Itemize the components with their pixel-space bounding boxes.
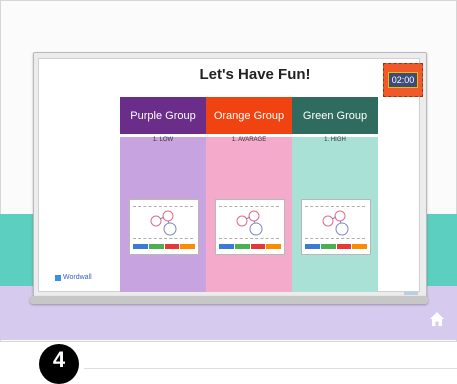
whiteboard-tray	[30, 296, 428, 304]
group-header: Purple Group	[120, 97, 206, 134]
wordwall-logo[interactable]: Wordwall	[55, 274, 92, 281]
thumbnail-dotted-line	[219, 206, 279, 207]
thumbnail-dotted-line	[219, 238, 279, 239]
group-body: 1. LOW	[120, 137, 206, 292]
activity-thumbnail[interactable]	[215, 199, 285, 255]
activity-thumbnail[interactable]	[129, 199, 199, 255]
wordwall-logo-text: Wordwall	[63, 274, 92, 281]
group-level: 1. LOW	[152, 137, 174, 143]
thumbnail-dotted-line	[305, 238, 365, 239]
thumbnail-color-tabs	[305, 244, 367, 249]
home-button[interactable]	[428, 310, 446, 328]
group-column-orange: Orange Group 1. AVARAGE	[206, 97, 292, 292]
thumbnail-tab	[336, 244, 352, 249]
thumbnail-tab	[320, 244, 336, 249]
thumbnail-tab	[164, 244, 180, 249]
group-body: 1. HIGH	[292, 137, 378, 292]
slide-title: Let's Have Fun!	[199, 66, 311, 83]
thumbnail-tab	[305, 244, 320, 249]
thumbnail-color-tabs	[133, 244, 195, 249]
thumbnail-dotted-line	[133, 206, 193, 207]
thumbnail-dotted-line	[305, 206, 365, 207]
timer-value: 02:00	[387, 72, 419, 88]
thumbnail-tab	[219, 244, 234, 249]
thumbnail-tab	[133, 244, 148, 249]
group-column-green: Green Group 1. HIGH	[292, 97, 378, 292]
slide-scroll-indicator[interactable]	[404, 292, 418, 295]
group-header: Green Group	[292, 97, 378, 134]
molecule-diagram-icon	[236, 210, 263, 236]
group-body: 1. AVARAGE	[206, 137, 292, 292]
thumbnail-tab	[148, 244, 164, 249]
thumbnail-dotted-line	[133, 238, 193, 239]
molecule-diagram-icon	[322, 210, 349, 236]
molecule-diagram-icon	[150, 210, 177, 236]
wordwall-logo-icon	[55, 274, 61, 281]
group-column-purple: Purple Group 1. LOW	[120, 97, 206, 292]
group-level: 1. HIGH	[324, 137, 346, 143]
group-level: 1. AVARAGE	[231, 137, 267, 143]
thumbnail-tab	[352, 244, 367, 249]
thumbnail-tab	[234, 244, 250, 249]
thumbnail-tab	[250, 244, 266, 249]
group-header: Orange Group	[206, 97, 292, 134]
thumbnail-tab	[266, 244, 281, 249]
countdown-timer: 02:00	[383, 63, 423, 97]
thumbnail-tab	[180, 244, 195, 249]
step-number-badge: 4	[39, 344, 79, 384]
thumbnail-color-tabs	[219, 244, 281, 249]
activity-thumbnail[interactable]	[301, 199, 371, 255]
home-icon	[430, 312, 444, 326]
